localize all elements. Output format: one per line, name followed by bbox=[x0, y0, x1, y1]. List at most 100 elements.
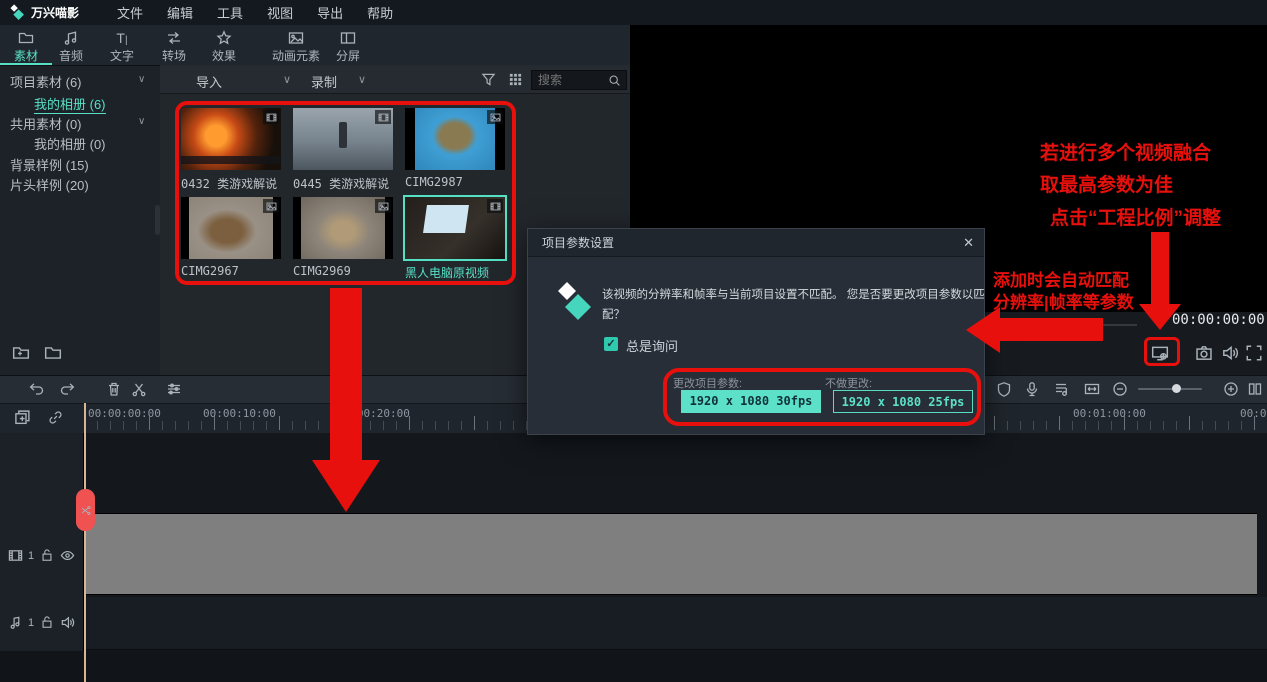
annotation-big-arrow-head bbox=[312, 460, 380, 512]
titlebar: 万兴喵影 文件 编辑 工具 视图 导出 帮助 bbox=[0, 0, 1267, 25]
playhead[interactable] bbox=[84, 403, 86, 682]
annotation-big-arrow-shaft bbox=[330, 288, 362, 462]
snapshot-camera-icon[interactable] bbox=[1195, 344, 1213, 362]
adjust-properties-icon[interactable] bbox=[166, 381, 182, 397]
tab-label: 文字 bbox=[110, 49, 134, 63]
app-window: 万兴喵影 文件 编辑 工具 视图 导出 帮助 未命名: 00:00:00:00 … bbox=[0, 0, 1267, 682]
tab-text[interactable]: T| 文字 bbox=[96, 28, 148, 65]
render-shield-icon[interactable] bbox=[996, 381, 1012, 397]
search-box[interactable] bbox=[531, 70, 627, 90]
annotation-settings-icon-box bbox=[1144, 337, 1180, 366]
tab-transitions[interactable]: 转场 bbox=[148, 28, 200, 65]
annotation-left-arrow-shaft bbox=[1000, 318, 1103, 341]
annotation-down-arrow-shaft bbox=[1151, 232, 1169, 304]
library-item-my-album[interactable]: 我的相册 (6) bbox=[34, 94, 106, 114]
folder-icon bbox=[18, 30, 34, 46]
delete-icon[interactable] bbox=[106, 381, 122, 397]
dialog-title: 项目参数设置 bbox=[528, 229, 984, 257]
video-track-lane[interactable] bbox=[84, 513, 1257, 595]
menu-edit[interactable]: 编辑 bbox=[155, 3, 205, 22]
always-ask-checkbox[interactable]: ✓ bbox=[604, 337, 618, 351]
audio-track-lane[interactable] bbox=[84, 597, 1267, 650]
video-track-number: 1 bbox=[28, 550, 34, 562]
filmora-logo-icon bbox=[554, 281, 594, 325]
zoom-in-icon[interactable] bbox=[1223, 381, 1239, 397]
zoom-slider-knob[interactable] bbox=[1172, 384, 1181, 393]
mute-track-speaker-icon[interactable] bbox=[60, 615, 75, 630]
record-button[interactable]: 录制 bbox=[311, 72, 337, 91]
menu-file[interactable]: 文件 bbox=[105, 3, 155, 22]
tab-effects[interactable]: 效果 bbox=[198, 28, 250, 65]
audio-mixer-icon[interactable] bbox=[1053, 381, 1069, 397]
tab-label: 音频 bbox=[59, 49, 83, 63]
volume-icon[interactable] bbox=[1221, 344, 1239, 362]
annotation-media-box bbox=[175, 101, 516, 285]
zoom-to-fit-icon[interactable] bbox=[1084, 381, 1100, 397]
lock-track-icon[interactable] bbox=[40, 615, 54, 629]
toggle-visibility-eye-icon[interactable] bbox=[60, 548, 75, 563]
video-track-icon bbox=[8, 548, 23, 563]
annotation-text-3: 点击“工程比例”调整 bbox=[1050, 203, 1221, 230]
grid-view-icon[interactable] bbox=[508, 72, 523, 87]
audio-track-icon bbox=[8, 615, 23, 630]
tab-label: 效果 bbox=[212, 49, 236, 63]
library-item-shared-album[interactable]: 我的相册 (0) bbox=[34, 134, 106, 154]
search-icon[interactable] bbox=[608, 74, 621, 87]
picture-icon bbox=[288, 30, 304, 46]
zoom-out-icon[interactable] bbox=[1112, 381, 1128, 397]
import-button[interactable]: 导入 bbox=[196, 72, 222, 91]
chevron-down-icon[interactable]: ∨ bbox=[358, 73, 366, 86]
lock-track-icon[interactable] bbox=[40, 548, 54, 562]
ribbon: 素材 音频 T| 文字 转场 效果 动画元素 分屏 bbox=[0, 25, 630, 65]
filter-icon[interactable] bbox=[481, 72, 496, 87]
delete-folder-icon[interactable] bbox=[44, 344, 62, 362]
library-item-background-samples[interactable]: 背景样例 (15) bbox=[10, 155, 89, 175]
link-clips-icon[interactable] bbox=[48, 410, 63, 425]
preview-timecode: 00:00:00:00 bbox=[1172, 312, 1265, 328]
tab-label: 动画元素 bbox=[272, 49, 320, 63]
library-item-project-media[interactable]: 项目素材 (6) bbox=[10, 72, 82, 92]
menu-help[interactable]: 帮助 bbox=[355, 3, 405, 22]
library-item-shared-media[interactable]: 共用素材 (0) bbox=[10, 114, 82, 134]
split-screen-icon bbox=[340, 30, 356, 46]
undo-icon[interactable] bbox=[28, 381, 44, 397]
transition-icon bbox=[166, 30, 182, 46]
dialog-message: 该视频的分辨率和帧率与当前项目设置不匹配。 您是否要更改项目参数以匹配？ bbox=[602, 285, 986, 325]
annotation-text-5: 分辨率|帧率等参数 bbox=[993, 288, 1134, 313]
music-icon bbox=[63, 30, 79, 46]
timeline-zoom-slider[interactable] bbox=[1138, 388, 1202, 390]
star-effects-icon bbox=[216, 30, 232, 46]
annotation-text-2: 取最高参数为佳 bbox=[1040, 170, 1173, 197]
chevron-down-icon[interactable]: ∨ bbox=[283, 73, 291, 86]
dual-view-icon[interactable] bbox=[1247, 381, 1263, 397]
record-voiceover-icon[interactable] bbox=[1024, 381, 1040, 397]
annotation-text-1: 若进行多个视频融合 bbox=[1040, 138, 1211, 165]
tab-label: 转场 bbox=[162, 49, 186, 63]
library-item-intro-samples[interactable]: 片头样例 (20) bbox=[10, 175, 89, 195]
audio-track-number: 1 bbox=[28, 617, 34, 629]
annotation-dialog-buttons-box bbox=[663, 368, 981, 426]
app-name: 万兴喵影 bbox=[31, 4, 79, 21]
tab-audio[interactable]: 音频 bbox=[45, 28, 97, 65]
app-logo-icon bbox=[8, 4, 26, 22]
playhead-scissors-badge[interactable] bbox=[76, 489, 95, 531]
chevron-down-icon[interactable]: ∨ bbox=[138, 116, 145, 127]
annotation-down-arrow-head bbox=[1139, 304, 1181, 330]
menu-tools[interactable]: 工具 bbox=[205, 3, 255, 22]
search-input[interactable] bbox=[532, 73, 608, 87]
tab-splitscreen[interactable]: 分屏 bbox=[322, 28, 374, 65]
timeline-empty-area bbox=[0, 651, 1267, 682]
split-scissors-icon[interactable] bbox=[131, 381, 147, 397]
menu-view[interactable]: 视图 bbox=[255, 3, 305, 22]
menu-export[interactable]: 导出 bbox=[305, 3, 355, 22]
add-to-timeline-icon[interactable] bbox=[14, 409, 31, 426]
annotation-left-arrow-head bbox=[966, 307, 1000, 353]
tab-label: 分屏 bbox=[336, 49, 360, 63]
dialog-close-icon[interactable]: ✕ bbox=[963, 235, 974, 251]
redo-icon[interactable] bbox=[60, 381, 76, 397]
scissors-icon bbox=[80, 505, 91, 516]
tab-label: 素材 bbox=[14, 49, 38, 63]
fullscreen-icon[interactable] bbox=[1245, 344, 1263, 362]
chevron-down-icon[interactable]: ∨ bbox=[138, 74, 145, 85]
new-folder-icon[interactable] bbox=[12, 344, 30, 362]
